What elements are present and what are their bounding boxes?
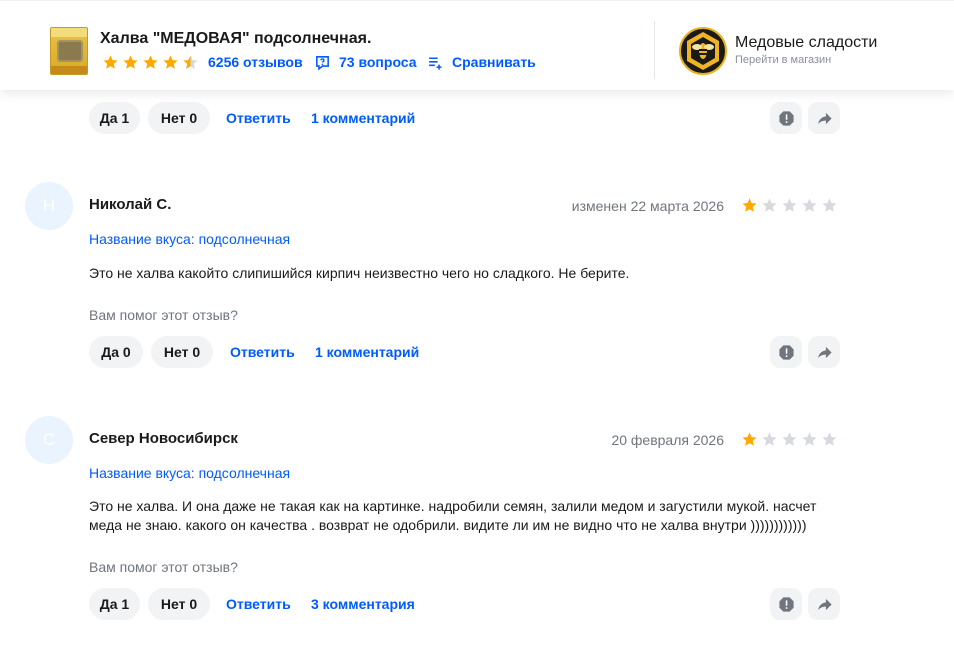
report-icon — [778, 344, 794, 360]
share-icon — [817, 346, 832, 358]
shop-name[interactable]: Медовые сладости — [735, 34, 877, 52]
shop-link[interactable]: Перейти в магазин — [735, 54, 831, 66]
helpful-yes-button[interactable]: Да 1 — [89, 102, 140, 134]
questions-count: 73 вопроса — [339, 54, 417, 70]
helpful-no-button[interactable]: Нет 0 — [151, 336, 213, 368]
product-rating-stars — [102, 53, 202, 71]
helpful-yes-button[interactable]: Да 0 — [89, 336, 143, 368]
helpful-no-button[interactable]: Нет 0 — [148, 102, 210, 134]
product-thumbnail[interactable] — [50, 27, 88, 75]
review-variant[interactable]: Название вкуса: подсолнечная — [89, 465, 290, 481]
star-icon — [123, 54, 138, 69]
helpful-no-button[interactable]: Нет 0 — [148, 588, 210, 620]
star-empty-icon — [762, 432, 777, 446]
share-button[interactable] — [808, 336, 840, 368]
header-divider — [654, 21, 655, 79]
review-rating-stars — [741, 197, 841, 214]
avatar: Н — [25, 182, 73, 230]
star-icon — [143, 54, 158, 69]
star-icon — [742, 432, 757, 446]
comments-link[interactable]: 3 комментария — [311, 588, 415, 620]
star-empty-icon — [762, 198, 777, 212]
question-icon — [316, 55, 329, 70]
star-empty-icon — [822, 432, 837, 446]
review-date: изменен 22 марта 2026 — [571, 198, 724, 214]
compare-label: Сравнивать — [452, 54, 536, 70]
reply-link[interactable]: Ответить — [226, 102, 291, 134]
honey-bee-logo-icon[interactable] — [679, 27, 727, 75]
report-icon — [778, 110, 794, 126]
star-icon — [103, 54, 118, 69]
comments-link[interactable]: 1 комментарий — [311, 102, 415, 134]
star-empty-icon — [782, 432, 797, 446]
product-title[interactable]: Халва "МЕДОВАЯ" подсолнечная. — [100, 30, 371, 48]
review-text: Это не халва. И она даже не такая как на… — [89, 498, 817, 533]
share-icon — [817, 598, 832, 610]
review-rating-stars — [741, 431, 841, 448]
report-icon — [778, 596, 794, 612]
comments-link[interactable]: 1 комментарий — [315, 336, 419, 368]
helpful-yes-button[interactable]: Да 1 — [89, 588, 140, 620]
product-sticky-header: Халва "МЕДОВАЯ" подсолнечная. 6256 отзыв… — [0, 0, 954, 90]
star-empty-icon — [822, 198, 837, 212]
review-date: 20 февраля 2026 — [611, 432, 724, 448]
star-half-icon — [183, 54, 198, 69]
share-icon — [817, 112, 832, 124]
reply-link[interactable]: Ответить — [226, 588, 291, 620]
report-button[interactable] — [770, 336, 802, 368]
share-button[interactable] — [808, 588, 840, 620]
review-text: Это не халва какойто слипишийся кирпич н… — [89, 265, 630, 281]
review-author: Николай С. — [89, 196, 172, 213]
questions-link[interactable]: 73 вопроса — [314, 53, 417, 71]
compare-link[interactable]: Сравнивать — [427, 53, 536, 71]
helpful-question: Вам помог этот отзыв? — [89, 307, 238, 323]
report-button[interactable] — [770, 588, 802, 620]
reviews-count-link[interactable]: 6256 отзывов — [208, 53, 303, 71]
reply-link[interactable]: Ответить — [230, 336, 295, 368]
star-empty-icon — [802, 432, 817, 446]
star-empty-icon — [802, 198, 817, 212]
star-icon — [163, 54, 178, 69]
compare-icon — [429, 56, 442, 70]
report-button[interactable] — [770, 102, 802, 134]
star-empty-icon — [782, 198, 797, 212]
review-author: Север Новосибирск — [89, 430, 238, 447]
helpful-question: Вам помог этот отзыв? — [89, 559, 238, 575]
avatar: С — [25, 416, 73, 464]
share-button[interactable] — [808, 102, 840, 134]
star-icon — [742, 198, 757, 212]
review-variant[interactable]: Название вкуса: подсолнечная — [89, 231, 290, 247]
